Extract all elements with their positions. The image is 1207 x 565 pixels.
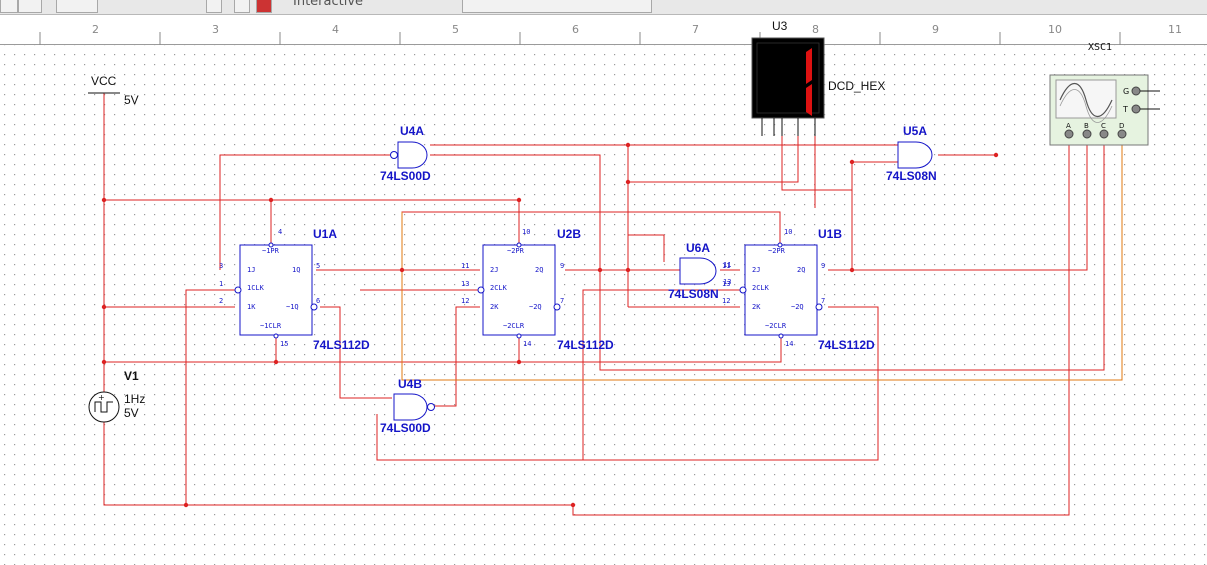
- source-amp: 5V: [124, 406, 139, 420]
- flipflop-ref: U2B: [557, 227, 581, 241]
- pin-label: ~1PR: [262, 247, 280, 255]
- pin-label: 2CLK: [490, 284, 508, 292]
- pin-number: 2: [219, 297, 223, 305]
- gate-model: 74LS00D: [380, 421, 431, 435]
- vcc-label: VCC: [91, 74, 117, 88]
- pin-number: 10: [522, 228, 530, 236]
- display-segment: [806, 48, 812, 84]
- pin-label: ~2Q: [529, 303, 542, 311]
- pin-number: 6: [316, 297, 320, 305]
- pin-label: 2CLK: [752, 284, 770, 292]
- scope-pin-b: B: [1084, 122, 1089, 130]
- scope-pin-g: G: [1123, 87, 1129, 96]
- pin-number: 1: [219, 280, 223, 288]
- gate-model: 74LS00D: [380, 169, 431, 183]
- source-freq: 1Hz: [124, 392, 145, 406]
- pin-label: 2J: [490, 266, 498, 274]
- pin-number: 11: [722, 262, 730, 270]
- source-name: V1: [124, 369, 139, 383]
- pin-number: 9: [560, 262, 564, 270]
- pin-label: 2K: [752, 303, 761, 311]
- pin-number: 11: [461, 262, 469, 270]
- pin-number: 5: [316, 262, 320, 270]
- pin-number: 13: [461, 280, 469, 288]
- gate-ref: U6A: [686, 241, 710, 255]
- grid-background: [0, 45, 1207, 565]
- scope-pin-c: C: [1101, 122, 1106, 130]
- pin-number: 9: [821, 262, 825, 270]
- scope-ref: XSC1: [1088, 42, 1112, 53]
- flipflop-ref: U1B: [818, 227, 842, 241]
- pin-number: 7: [821, 297, 825, 305]
- gate-model: 74LS08N: [668, 287, 719, 301]
- vcc-value: 5V: [124, 93, 139, 107]
- pin-label: ~2PR: [768, 247, 786, 255]
- svg-text:+: +: [98, 393, 105, 402]
- pin-label: ~2Q: [791, 303, 804, 311]
- pin-number: 10: [784, 228, 792, 236]
- pin-label: ~2PR: [507, 247, 525, 255]
- pin-label: 2J: [752, 266, 760, 274]
- display-ref: U3: [772, 19, 788, 33]
- flipflop-model: 74LS112D: [818, 338, 875, 352]
- gate-ref: U4B: [398, 377, 422, 391]
- pin-number: 15: [280, 340, 288, 348]
- gate-ref: U4A: [400, 124, 424, 138]
- pin-number: 3: [219, 262, 223, 270]
- pin-label: 2Q: [797, 266, 805, 274]
- pin-number: 7: [560, 297, 564, 305]
- flipflop-ref: U1A: [313, 227, 337, 241]
- scope-pin-d: D: [1119, 122, 1124, 130]
- display-name: DCD_HEX: [828, 79, 885, 93]
- pin-number: 13: [722, 280, 730, 288]
- schematic-canvas[interactable]: VCC 5V + V1 1Hz 5V U3 DCD_HEX XSC1 G T A…: [0, 0, 1207, 565]
- pin-label: ~1Q: [286, 303, 299, 311]
- pin-label: ~2CLR: [765, 322, 787, 330]
- pin-label: 1CLK: [247, 284, 265, 292]
- pin-number: 4: [278, 228, 282, 236]
- pin-label: 2K: [490, 303, 499, 311]
- pin-number: 14: [785, 340, 793, 348]
- flipflop-model: 74LS112D: [313, 338, 370, 352]
- pin-label: ~2CLR: [503, 322, 525, 330]
- scope-pin-t: T: [1122, 105, 1128, 114]
- pin-label: 1K: [247, 303, 256, 311]
- pin-label: ~1CLR: [260, 322, 282, 330]
- flipflop-model: 74LS112D: [557, 338, 614, 352]
- pin-number: 12: [722, 297, 730, 305]
- gate-model: 74LS08N: [886, 169, 937, 183]
- scope-pin-a: A: [1066, 122, 1071, 130]
- gate-ref: U5A: [903, 124, 927, 138]
- pin-label: 1J: [247, 266, 255, 274]
- pin-label: 2Q: [535, 266, 543, 274]
- pin-number: 14: [523, 340, 531, 348]
- display-segment: [806, 84, 812, 116]
- pin-label: 1Q: [292, 266, 300, 274]
- pin-number: 12: [461, 297, 469, 305]
